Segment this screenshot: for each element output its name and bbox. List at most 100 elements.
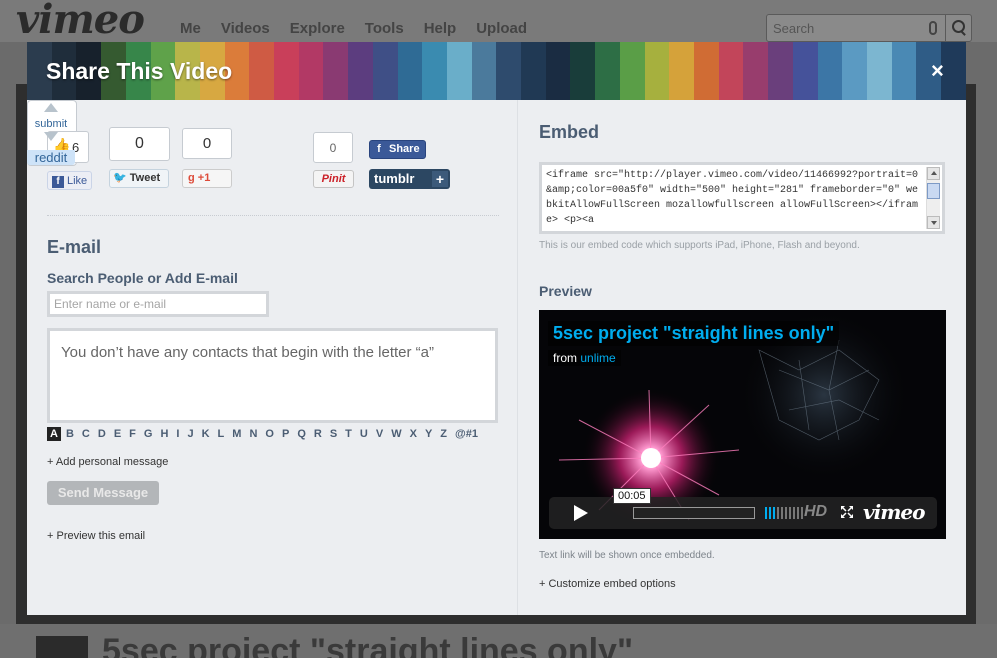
email-search-input[interactable] [47,291,269,317]
embed-scrollbar[interactable] [926,167,940,229]
volume-control[interactable] [765,507,803,519]
alphabet-letter[interactable]: B [63,427,77,441]
pinterest-count: 0 [313,132,353,163]
alphabet-letter[interactable]: H [157,427,171,441]
progress-bar[interactable] [633,507,755,519]
facebook-like-label: Like [67,175,88,187]
send-message-button[interactable]: Send Message [47,481,159,505]
facebook-share-label: Share [389,143,420,155]
search-placeholder: Search [773,21,815,36]
header-stripe [397,42,423,100]
plus-icon: + [432,171,448,187]
pinterest-label: Pinit [321,173,346,185]
twitter-bird-icon: 🐦 [113,172,127,184]
alphabet-letter[interactable]: K [199,427,213,441]
alphabet-letter[interactable]: D [95,427,109,441]
header-stripe [619,42,645,100]
reddit-label: reddit [27,150,75,165]
right-column: Embed <iframe src="http://player.vimeo.c… [519,100,966,615]
header-stripe [249,42,275,100]
scroll-thumb[interactable] [927,183,940,199]
alphabet-letter[interactable]: C [79,427,93,441]
fullscreen-icon[interactable] [840,505,854,519]
alphabet-letter[interactable]: E [111,427,124,441]
header-stripe [866,42,892,100]
alphabet-letter[interactable]: A [47,427,61,441]
tweet-button[interactable]: 🐦 Tweet [109,169,169,188]
nav-item-explore[interactable]: Explore [290,20,345,37]
facebook-icon: f [52,176,64,188]
nav-item-tools[interactable]: Tools [365,20,404,37]
play-icon[interactable] [549,497,611,529]
alphabet-letter[interactable]: L [215,427,228,441]
alphabet-letter[interactable]: N [246,427,260,441]
video-preview-player[interactable]: 5sec project "straight lines only" from … [539,310,946,539]
close-icon[interactable]: × [931,58,944,84]
google-plus-count: 0 [182,128,232,159]
nav-item-videos[interactable]: Videos [221,20,270,37]
header-stripe [422,42,447,100]
scroll-up-icon[interactable] [927,167,940,180]
embed-section-title: Embed [539,122,600,142]
preview-email-link[interactable]: + Preview this email [47,530,145,542]
volume-bar [797,507,799,519]
embed-code-textarea[interactable]: <iframe src="http://player.vimeo.com/vid… [539,162,945,234]
add-personal-message-link[interactable]: + Add personal message [47,456,168,468]
tweet-label: Tweet [129,172,161,184]
preview-section-title: Preview [539,283,592,299]
alphabet-letter[interactable]: R [311,427,325,441]
header-stripe [792,42,818,100]
volume-bar [789,507,791,519]
alphabet-letter[interactable]: U [357,427,371,441]
alphabet-letter[interactable]: G [141,427,156,441]
alphabet-letter[interactable]: Z [437,427,450,441]
alphabet-letter[interactable]: X [407,427,420,441]
google-plus-label: +1 [197,172,211,184]
header-stripe [669,42,694,100]
alphabet-letter[interactable]: I [173,427,182,441]
nav-item-help[interactable]: Help [424,20,457,37]
header-stripe [743,42,769,100]
microphone-icon[interactable] [929,21,937,35]
contacts-list: You don’t have any contacts that begin w… [47,328,498,423]
alphabet-letter[interactable]: O [262,427,277,441]
alphabet-letter[interactable]: M [229,427,244,441]
alphabet-letter[interactable]: @#1 [452,427,481,441]
vimeo-logo[interactable]: vimeo [863,500,925,524]
reddit-downvote-icon[interactable] [44,132,58,141]
alphabet-letter[interactable]: F [126,427,139,441]
volume-bar [769,507,771,519]
nav-item-upload[interactable]: Upload [476,20,527,37]
header-stripe [348,42,373,100]
header-stripe [817,42,843,100]
alphabet-letter[interactable]: W [388,427,404,441]
customize-embed-link[interactable]: + Customize embed options [539,578,676,590]
alphabet-letter[interactable]: Y [422,427,435,441]
embed-code-text[interactable]: <iframe src="http://player.vimeo.com/vid… [546,168,924,230]
scroll-down-icon[interactable] [927,216,940,229]
google-plus-button[interactable]: g +1 [182,169,232,188]
alphabet-letter[interactable]: S [327,427,340,441]
header-stripe [521,42,546,100]
text-link-note: Text link will be shown once embedded. [539,550,715,561]
nav-item-me[interactable]: Me [180,20,201,37]
alphabet-letter[interactable]: J [184,427,196,441]
alphabet-letter[interactable]: V [373,427,386,441]
alphabet-letter[interactable]: T [342,427,355,441]
player-controls: 00:05 HD vimeo [549,488,937,529]
facebook-share-button[interactable]: f Share [369,140,426,159]
header-stripe [768,42,793,100]
pinterest-count-value: 0 [329,141,337,155]
hd-toggle[interactable]: HD [804,503,827,521]
search-icon[interactable] [945,15,971,41]
reddit-upvote-icon[interactable] [44,103,58,112]
pinterest-button[interactable]: Pinit [313,170,354,188]
author-link[interactable]: unlime [580,351,615,365]
alphabet-letter[interactable]: Q [294,427,309,441]
player-video-title[interactable]: 5sec project "straight lines only" [548,321,840,346]
tumblr-share-button[interactable]: tumblr + [369,169,450,189]
background-search-input[interactable]: Search [766,14,972,42]
alphabet-letter[interactable]: P [279,427,292,441]
share-modal: Share This Video × 👍 6 f Like 0 🐦 Tweet 0… [27,42,966,615]
facebook-like-button[interactable]: f Like [47,171,92,190]
